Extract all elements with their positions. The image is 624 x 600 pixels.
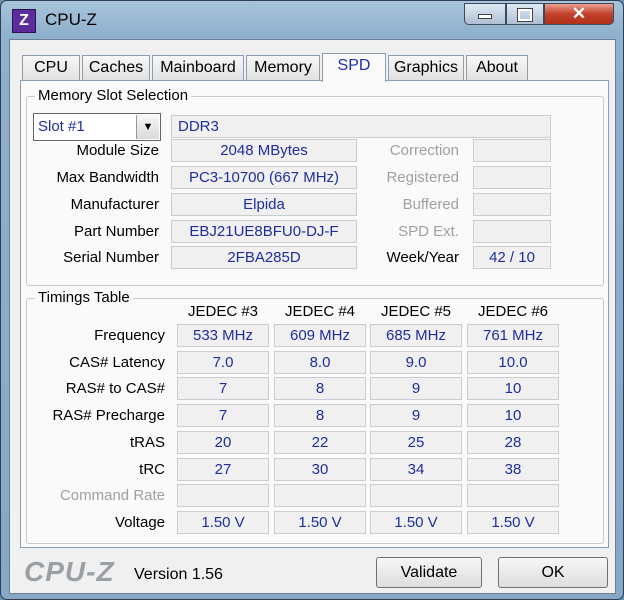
- timing-cell: 685 MHz: [370, 324, 462, 347]
- timing-cell: 7.0: [177, 350, 269, 374]
- cpuz-logo: CPU-Z: [24, 556, 115, 587]
- timing-cell: 609 MHz: [274, 324, 366, 347]
- timing-cell: [274, 484, 366, 508]
- buffered-label: Buffered: [402, 196, 459, 213]
- timing-cell: 25: [370, 430, 462, 454]
- timing-cell: [177, 484, 269, 508]
- timing-cell: 1.50 V: [467, 510, 559, 534]
- maximize-button[interactable]: [506, 3, 544, 25]
- module-size-field: 2048 MBytes: [171, 139, 357, 162]
- window-title: CPU-Z: [45, 10, 97, 29]
- tab-graphics[interactable]: Graphics: [388, 55, 464, 80]
- timing-cell: 10: [467, 377, 559, 401]
- memory-slot-selection-group: Memory Slot Selection Slot #1 ▼ DDR3 Mod…: [26, 87, 604, 286]
- max-bandwidth-field: PC3-10700 (667 MHz): [171, 166, 357, 189]
- maximize-icon: [517, 8, 533, 22]
- version-label: Version 1.56: [134, 566, 223, 583]
- title-bar[interactable]: Z CPU-Z ✕: [1, 1, 623, 39]
- timing-cell: 30: [274, 457, 366, 481]
- close-icon: ✕: [571, 4, 587, 23]
- correction-label: Correction: [389, 142, 459, 159]
- timing-row-label: tRC: [139, 460, 165, 478]
- timing-row-label: Voltage: [114, 513, 165, 531]
- timing-cell: 7: [177, 377, 269, 401]
- tab-spd[interactable]: SPD: [322, 53, 386, 82]
- timing-cell: 38: [467, 457, 559, 481]
- slot-select[interactable]: Slot #1 ▼: [33, 113, 161, 141]
- registered-label: Registered: [386, 169, 459, 186]
- week-year-label: Week/Year: [386, 249, 459, 266]
- timing-cell: 9.0: [370, 350, 462, 374]
- serial-number-label: Serial Number: [63, 249, 159, 266]
- timing-cell: 8: [274, 377, 366, 401]
- validate-button[interactable]: Validate: [376, 557, 482, 588]
- tab-mainboard[interactable]: Mainboard: [152, 55, 244, 80]
- timing-cell: 28: [467, 430, 559, 454]
- max-bandwidth-label: Max Bandwidth: [56, 169, 159, 186]
- timing-cell: 9: [370, 377, 462, 401]
- ok-button[interactable]: OK: [498, 557, 608, 588]
- slot-select-value: Slot #1: [38, 118, 85, 135]
- chevron-down-icon[interactable]: ▼: [136, 115, 159, 139]
- group-title: Timings Table: [35, 289, 133, 306]
- timing-row-label: tRAS: [129, 433, 165, 451]
- timing-cell: 22: [274, 430, 366, 454]
- tab-memory[interactable]: Memory: [246, 55, 320, 80]
- timings-table-group: Timings Table JEDEC #3 JEDEC #4 JEDEC #5 JE…: [26, 289, 604, 544]
- minimize-icon: [478, 14, 492, 19]
- timing-row-label: Frequency: [94, 327, 165, 344]
- timing-cell: 9: [370, 404, 462, 428]
- timing-cell: 8.0: [274, 350, 366, 374]
- timing-cell: 1.50 V: [177, 510, 269, 534]
- timing-column-header: JEDEC #4: [284, 303, 356, 320]
- timing-cell: 761 MHz: [467, 324, 559, 347]
- client-area: CPU Caches Mainboard Memory SPD Graphics…: [9, 39, 616, 594]
- correction-field: [473, 139, 551, 162]
- timing-cell: 7: [177, 404, 269, 428]
- manufacturer-label: Manufacturer: [70, 196, 159, 213]
- part-number-field: EBJ21UE8BFU0-DJ-F: [171, 220, 357, 243]
- timing-cell: 533 MHz: [177, 324, 269, 347]
- serial-number-field: 2FBA285D: [171, 246, 357, 269]
- timing-column-header: JEDEC #6: [477, 303, 549, 320]
- close-button[interactable]: ✕: [544, 3, 614, 25]
- timing-cell: 8: [274, 404, 366, 428]
- cpuz-window: Z CPU-Z ✕ CPU Caches Mainboard Memory SP…: [0, 0, 624, 600]
- registered-field: [473, 166, 551, 189]
- tab-caches[interactable]: Caches: [82, 55, 150, 80]
- module-size-label: Module Size: [76, 142, 159, 159]
- timing-column-header: JEDEC #3: [187, 303, 259, 320]
- timing-cell: 1.50 V: [370, 510, 462, 534]
- group-title: Memory Slot Selection: [35, 87, 192, 104]
- spd-tab-panel: Memory Slot Selection Slot #1 ▼ DDR3 Mod…: [20, 80, 609, 548]
- timing-cell: 27: [177, 457, 269, 481]
- timing-row-label: CAS# Latency: [69, 353, 165, 371]
- spd-ext-label: SPD Ext.: [398, 223, 459, 240]
- timing-column-header: JEDEC #5: [380, 303, 452, 320]
- timing-cell: [370, 484, 462, 508]
- timing-row-label: RAS# to CAS#: [65, 380, 165, 398]
- cpuz-app-icon: Z: [12, 9, 36, 33]
- week-year-field: 42 / 10: [473, 246, 551, 269]
- memory-type-field: DDR3: [171, 115, 551, 138]
- timing-row-label: RAS# Precharge: [52, 407, 165, 425]
- timing-cell: 20: [177, 430, 269, 454]
- manufacturer-field: Elpida: [171, 193, 357, 216]
- timing-cell: 34: [370, 457, 462, 481]
- timing-cell: 1.50 V: [274, 510, 366, 534]
- minimize-button[interactable]: [464, 3, 506, 25]
- timing-cell: 10: [467, 404, 559, 428]
- timing-cell: 10.0: [467, 350, 559, 374]
- spd-ext-field: [473, 220, 551, 243]
- buffered-field: [473, 193, 551, 216]
- part-number-label: Part Number: [73, 223, 159, 240]
- timing-row-label: Command Rate: [59, 487, 165, 505]
- tab-about[interactable]: About: [466, 55, 528, 80]
- tab-cpu[interactable]: CPU: [22, 55, 80, 80]
- timing-cell: [467, 484, 559, 508]
